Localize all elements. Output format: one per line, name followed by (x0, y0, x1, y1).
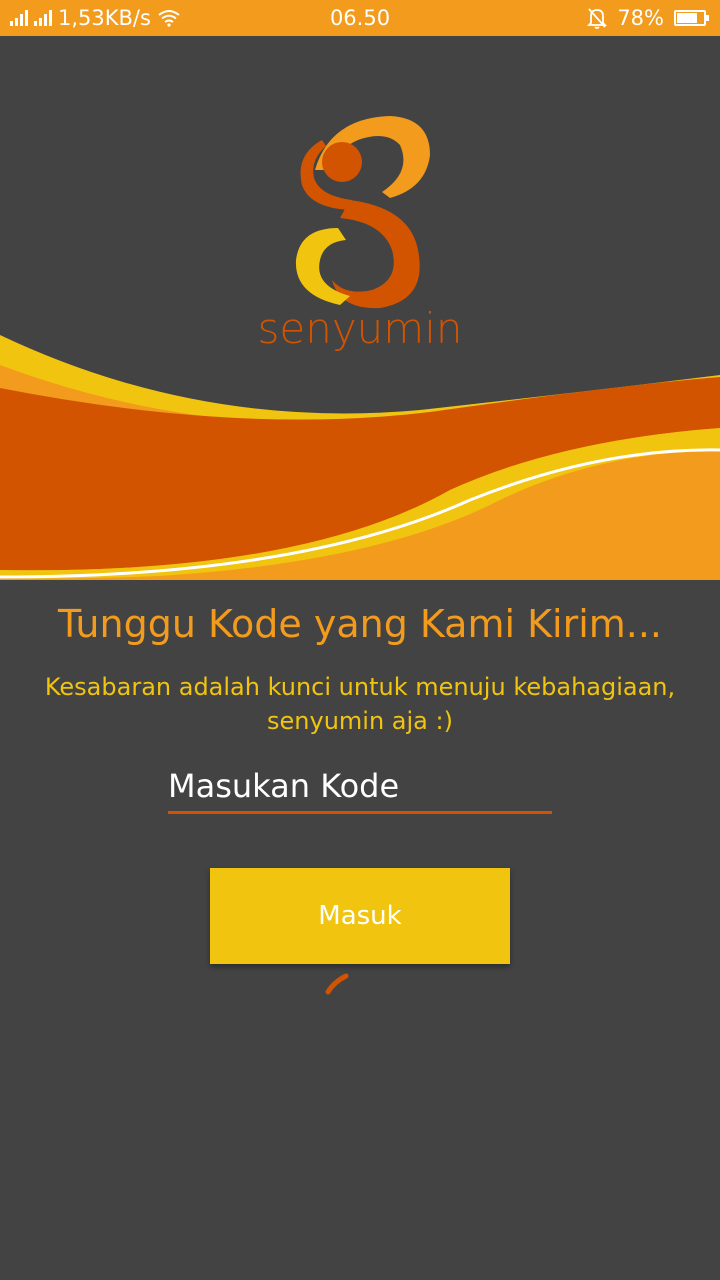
battery-percent: 78% (617, 6, 664, 30)
code-input[interactable] (168, 760, 552, 814)
login-button[interactable]: Masuk (210, 868, 510, 964)
logo-head (322, 142, 362, 182)
mute-icon (587, 8, 608, 29)
loading-spinner-icon (325, 973, 349, 995)
page-subtitle: Kesabaran adalah kunci untuk menuju keba… (44, 673, 676, 735)
battery-fill (677, 13, 697, 23)
clock: 06.50 (329, 6, 391, 30)
battery-icon (674, 10, 709, 26)
verification-screen: 1,53KB/s 06.50 78% senyumin Tunggu Kode … (0, 0, 720, 1280)
logo-loop (295, 228, 350, 305)
page-title: Tunggu Kode yang Kami Kirim... (57, 602, 663, 646)
status-bar: 1,53KB/s 06.50 78% (0, 0, 720, 36)
status-right: 78% (587, 0, 709, 36)
wave-banner (0, 335, 720, 580)
logo-body (332, 200, 420, 309)
